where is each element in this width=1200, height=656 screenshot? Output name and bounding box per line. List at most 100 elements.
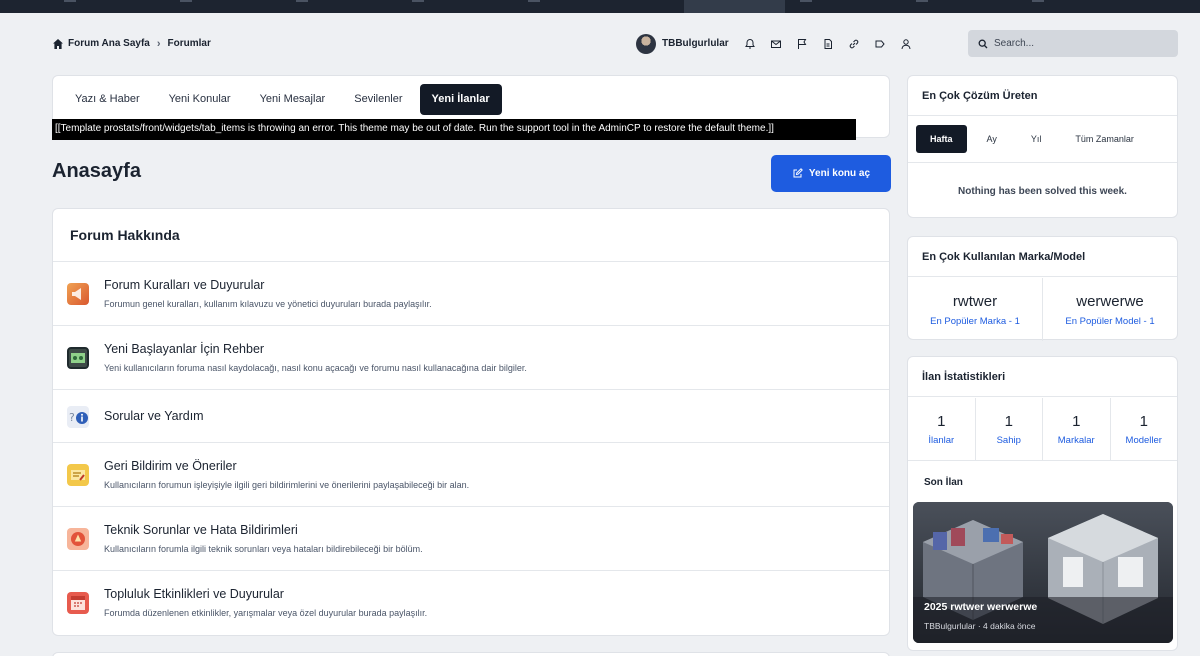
forum-node[interactable]: Yeni Başlayanlar İçin Rehber Yeni kullan…	[53, 326, 889, 390]
tab-new-topics[interactable]: Yeni Konular	[157, 84, 243, 115]
forum-node[interactable]: Forum Kuralları ve Duyurular Forumun gen…	[53, 262, 889, 326]
top-brand[interactable]: rwtwer En Popüler Marka - 1	[908, 278, 1043, 341]
megaphone-icon	[67, 283, 89, 305]
forum-node[interactable]: Geri Bildirim ve Öneriler Kullanıcıların…	[53, 443, 889, 507]
latest-listing-meta: TBBulgurlular · 4 dakika önce	[924, 621, 1036, 631]
top-nav-marker	[1032, 0, 1044, 2]
new-topic-label: Yeni konu aç	[808, 168, 871, 179]
forum-node-title[interactable]: Yeni Başlayanlar İçin Rehber	[104, 342, 264, 356]
top-nav-marker	[528, 0, 540, 2]
top-solvers-widget: En Çok Çözüm Üreten Hafta Ay Yıl Tüm Zam…	[907, 75, 1178, 218]
stat-value: 1	[1072, 412, 1081, 430]
username[interactable]: TBBulgurlular	[662, 38, 729, 49]
question-info-icon: ?	[67, 406, 89, 428]
breadcrumb-home[interactable]: Forum Ana Sayfa	[68, 38, 150, 49]
new-topic-button[interactable]: Yeni konu aç	[771, 155, 891, 192]
document-icon[interactable]	[817, 30, 839, 57]
top-brands-widget: En Çok Kullanılan Marka/Model rwtwer En …	[907, 236, 1178, 341]
calendar-icon	[67, 592, 89, 614]
guide-icon	[67, 347, 89, 369]
top-nav-active-item[interactable]	[684, 0, 785, 13]
latest-listing-title[interactable]: 2025 rwtwer werwerwe	[924, 601, 1037, 613]
home-icon	[53, 38, 63, 49]
header-nav: Forum Ana Sayfa › Forumlar TBBulgurlular…	[52, 30, 1178, 57]
forum-node-description: Forumun genel kuralları, kullanım kılavu…	[104, 299, 432, 309]
stat-value: 1	[937, 412, 946, 430]
forum-node[interactable]: Teknik Sorunlar ve Hata Bildirimleri Kul…	[53, 507, 889, 571]
tab-articles[interactable]: Yazı & Haber	[63, 84, 152, 115]
chevron-right-icon: ›	[156, 37, 161, 50]
bell-icon[interactable]	[739, 30, 761, 57]
latest-listing-label: Son İlan	[924, 477, 963, 488]
latest-listing-card[interactable]: 2025 rwtwer werwerwe TBBulgurlular · 4 d…	[913, 502, 1173, 643]
stat-value: 1	[1004, 412, 1013, 430]
tab-new-listings[interactable]: Yeni İlanlar	[419, 84, 502, 115]
stat-listings[interactable]: 1 İlanlar	[908, 398, 976, 460]
top-navigation-bar	[0, 0, 1200, 13]
flag-icon[interactable]	[791, 30, 813, 57]
stat-label: Sahip	[996, 434, 1021, 446]
listing-stats-widget: İlan İstatistikleri 1 İlanlar 1 Sahip 1 …	[907, 356, 1178, 651]
top-nav-marker	[800, 0, 812, 2]
tab-month[interactable]: Ay	[973, 125, 1011, 153]
brand-caption: En Popüler Marka - 1	[930, 315, 1020, 327]
user-area: TBBulgurlular	[636, 30, 921, 57]
search-placeholder: Search...	[994, 38, 1035, 49]
link-icon[interactable]	[843, 30, 865, 57]
user-icon[interactable]	[895, 30, 917, 57]
tag-icon[interactable]	[869, 30, 891, 57]
edit-icon	[793, 168, 803, 178]
stat-models[interactable]: 1 Modeller	[1111, 398, 1178, 460]
tab-new-messages[interactable]: Yeni Mesajlar	[248, 84, 338, 115]
forum-node-title[interactable]: Geri Bildirim ve Öneriler	[104, 459, 237, 473]
stat-value: 1	[1139, 412, 1148, 430]
forum-node-description: Yeni kullanıcıların foruma nasıl kaydola…	[104, 363, 527, 373]
tab-all-time[interactable]: Tüm Zamanlar	[1061, 125, 1148, 153]
top-nav-marker	[296, 0, 308, 2]
brand-stats: rwtwer En Popüler Marka - 1 werwerwe En …	[908, 278, 1177, 341]
forum-node-title[interactable]: Sorular ve Yardım	[104, 409, 204, 423]
top-nav-marker	[180, 0, 192, 2]
stat-label: Modeller	[1125, 434, 1162, 446]
forum-node-description: Forumda düzenlenen etkinlikler, yarışmal…	[104, 608, 428, 618]
alert-icon	[67, 528, 89, 550]
avatar[interactable]	[636, 33, 656, 54]
stat-label: İlanlar	[928, 434, 955, 446]
tab-favorites[interactable]: Sevilenler	[342, 84, 414, 115]
model-caption: En Popüler Model - 1	[1065, 315, 1155, 327]
mail-icon[interactable]	[765, 30, 787, 57]
forum-node[interactable]: Topluluk Etkinlikleri ve Duyurular Forum…	[53, 571, 889, 635]
forum-node-title[interactable]: Teknik Sorunlar ve Hata Bildirimleri	[104, 523, 298, 537]
model-name: werwerwe	[1076, 292, 1144, 310]
tab-year[interactable]: Yıl	[1017, 125, 1056, 153]
feedback-icon	[67, 464, 89, 486]
breadcrumb: Forum Ana Sayfa › Forumlar	[52, 38, 211, 50]
forum-node-description: Kullanıcıların forumun işleyişiyle ilgil…	[104, 480, 470, 490]
stat-label: Markalar	[1057, 434, 1095, 446]
widget-title: En Çok Kullanılan Marka/Model	[908, 237, 1177, 277]
tab-week[interactable]: Hafta	[916, 125, 967, 153]
forum-node-title[interactable]: Forum Kuralları ve Duyurular	[104, 278, 264, 292]
forum-node-description: Kullanıcıların forumla ilgili teknik sor…	[104, 544, 423, 554]
top-nav-marker	[916, 0, 928, 2]
empty-state-message: Nothing has been solved this week.	[908, 162, 1177, 219]
content-tabs: Yazı & Haber Yeni Konular Yeni Mesajlar …	[63, 84, 507, 115]
search-icon	[978, 39, 988, 48]
top-nav-marker	[412, 0, 424, 2]
stat-owners[interactable]: 1 Sahip	[976, 398, 1043, 460]
brand-name: rwtwer	[952, 292, 998, 310]
forum-node-title[interactable]: Topluluk Etkinlikleri ve Duyurular	[104, 587, 284, 601]
period-tabs: Hafta Ay Yıl Tüm Zamanlar	[916, 125, 1154, 153]
top-model[interactable]: werwerwe En Popüler Model - 1	[1043, 278, 1177, 341]
forum-category-card: Forum Hakkında Forum Kuralları ve Duyuru…	[52, 208, 890, 636]
page-title: Anasayfa	[52, 160, 141, 182]
svg-text:?: ?	[69, 411, 75, 424]
widget-title: İlan İstatistikleri	[908, 357, 1177, 397]
search-input[interactable]: Search...	[968, 30, 1178, 57]
breadcrumb-forums[interactable]: Forumlar	[168, 38, 211, 49]
stat-brands[interactable]: 1 Markalar	[1043, 398, 1111, 460]
top-nav-marker	[64, 0, 76, 2]
forum-node[interactable]: ? Sorular ve Yardım	[53, 390, 889, 443]
template-error-message: [[Template prostats/front/widgets/tab_it…	[52, 119, 856, 140]
stats-row: 1 İlanlar 1 Sahip 1 Markalar 1 Modeller	[908, 398, 1177, 461]
